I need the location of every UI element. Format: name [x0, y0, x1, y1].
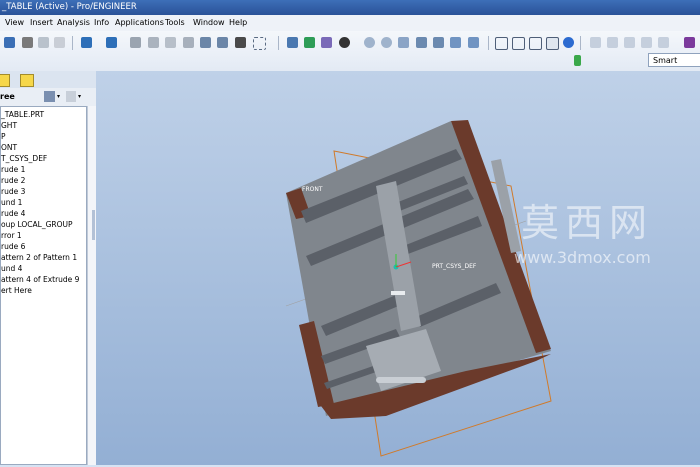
- tree-item[interactable]: rude 4: [1, 209, 25, 218]
- tree-item[interactable]: rror 1: [1, 231, 22, 240]
- tree-item[interactable]: ert Here: [1, 286, 32, 295]
- coordinate-systems-icon[interactable]: [641, 37, 652, 48]
- display-style-icon[interactable]: [563, 37, 574, 48]
- regen-status-icon[interactable]: [574, 55, 581, 66]
- find-icon[interactable]: [217, 37, 228, 48]
- menu-tools[interactable]: Tools: [165, 18, 185, 27]
- shading-icon[interactable]: [546, 37, 559, 50]
- annotations-icon[interactable]: [658, 37, 669, 48]
- folder-browser-tab[interactable]: [20, 74, 34, 87]
- tree-item[interactable]: rude 1: [1, 165, 25, 174]
- tree-item[interactable]: GHT: [1, 121, 17, 130]
- save-icon[interactable]: [4, 37, 15, 48]
- undo-icon[interactable]: [81, 37, 92, 48]
- wireframe-icon[interactable]: [495, 37, 508, 50]
- handle: [376, 377, 426, 383]
- chevron-down-icon[interactable]: ▾: [57, 93, 60, 100]
- menu-applications[interactable]: Applications: [115, 18, 164, 27]
- binoculars-icon[interactable]: [235, 37, 246, 48]
- no-hidden-icon[interactable]: [529, 37, 542, 50]
- selection-filter-value: Smart: [653, 56, 678, 65]
- send-mail-icon[interactable]: [38, 37, 49, 48]
- tree-item[interactable]: _TABLE.PRT: [1, 110, 44, 119]
- copy-icon[interactable]: [148, 37, 159, 48]
- view-manager-icon[interactable]: [468, 37, 479, 48]
- model-tree-header: ree ▾ ▾: [0, 88, 96, 106]
- datum-planes-icon[interactable]: [590, 37, 601, 48]
- toolbar-separator: [488, 36, 489, 50]
- tree-item[interactable]: rude 2: [1, 176, 25, 185]
- tree-settings-icon[interactable]: [44, 91, 55, 102]
- tree-item[interactable]: oup LOCAL_GROUP: [1, 220, 73, 229]
- datum-points-icon[interactable]: [624, 37, 635, 48]
- csys-label: PRT_CSYS_DEF: [432, 263, 477, 270]
- select-box-icon[interactable]: [253, 37, 266, 50]
- tree-item[interactable]: rude 6: [1, 242, 25, 251]
- tree-item[interactable]: T_CSYS_DEF: [1, 154, 47, 163]
- handle: [391, 291, 405, 295]
- redo-icon[interactable]: [106, 37, 117, 48]
- tree-item[interactable]: P: [1, 132, 6, 141]
- paste-icon[interactable]: [165, 37, 176, 48]
- print-icon[interactable]: [22, 37, 33, 48]
- tree-item[interactable]: und 4: [1, 264, 22, 273]
- model-tree: _TABLE.PRT GHT P ONT T_CSYS_DEF rude 1 r…: [0, 106, 87, 465]
- datum-front-label: FRONT: [302, 186, 323, 193]
- zoom-in-icon[interactable]: [364, 37, 375, 48]
- cut-icon[interactable]: [130, 37, 141, 48]
- zoom-out-icon[interactable]: [381, 37, 392, 48]
- watermark-url: www.3dmox.com: [514, 248, 651, 267]
- toolbar-separator: [72, 36, 73, 50]
- tree-item[interactable]: rude 3: [1, 187, 25, 196]
- menu-window[interactable]: Window: [193, 18, 225, 27]
- tree-item[interactable]: ONT: [1, 143, 17, 152]
- toolbar-separator: [278, 36, 279, 50]
- pane-splitter[interactable]: [92, 210, 95, 240]
- display-points-icon[interactable]: [321, 37, 332, 48]
- context-help-icon[interactable]: [684, 37, 695, 48]
- tree-item[interactable]: und 1: [1, 198, 22, 207]
- selection-filter[interactable]: Smart: [648, 53, 700, 67]
- toolbar-separator: [580, 36, 581, 50]
- chevron-down-icon[interactable]: ▾: [78, 93, 81, 100]
- tree-item[interactable]: attern 4 of Extrude 9: [1, 275, 79, 284]
- saved-views-icon[interactable]: [433, 37, 444, 48]
- refit-icon[interactable]: [398, 37, 409, 48]
- menu-insert[interactable]: Insert: [30, 18, 53, 27]
- menu-analysis[interactable]: Analysis: [57, 18, 90, 27]
- title-bar: _TABLE (Active) - Pro/ENGINEER: [0, 0, 700, 15]
- model-tree-title: ree: [0, 92, 15, 101]
- tree-item[interactable]: attern 2 of Pattern 1: [1, 253, 77, 262]
- graphics-window[interactable]: FRONT PRT_CSYS_DEF 莫西网 www.3dmox.com: [96, 71, 700, 465]
- menu-view[interactable]: View: [5, 18, 24, 27]
- layers-icon[interactable]: [450, 37, 461, 48]
- model-view: FRONT PRT_CSYS_DEF 莫西网 www.3dmox.com: [285, 120, 653, 457]
- watermark-chinese: 莫西网: [521, 201, 653, 245]
- show-menu-icon[interactable]: [66, 91, 76, 102]
- sketch-icon[interactable]: [287, 37, 298, 48]
- display-axes-icon[interactable]: [304, 37, 315, 48]
- menu-info[interactable]: Info: [94, 18, 109, 27]
- menu-bar: View Insert Analysis Info Applications T…: [0, 15, 700, 32]
- menu-help[interactable]: Help: [229, 18, 247, 27]
- reorient-icon[interactable]: [416, 37, 427, 48]
- navigator-tabs: [0, 71, 96, 88]
- close-window-icon[interactable]: [54, 37, 65, 48]
- regenerate-icon[interactable]: [200, 37, 211, 48]
- window-title: _TABLE (Active) - Pro/ENGINEER: [2, 2, 137, 12]
- paste-special-icon[interactable]: [183, 37, 194, 48]
- hidden-line-icon[interactable]: [512, 37, 525, 50]
- datum-axes-icon[interactable]: [607, 37, 618, 48]
- appearance-icon[interactable]: [339, 37, 350, 48]
- model-tree-tab[interactable]: [0, 74, 10, 87]
